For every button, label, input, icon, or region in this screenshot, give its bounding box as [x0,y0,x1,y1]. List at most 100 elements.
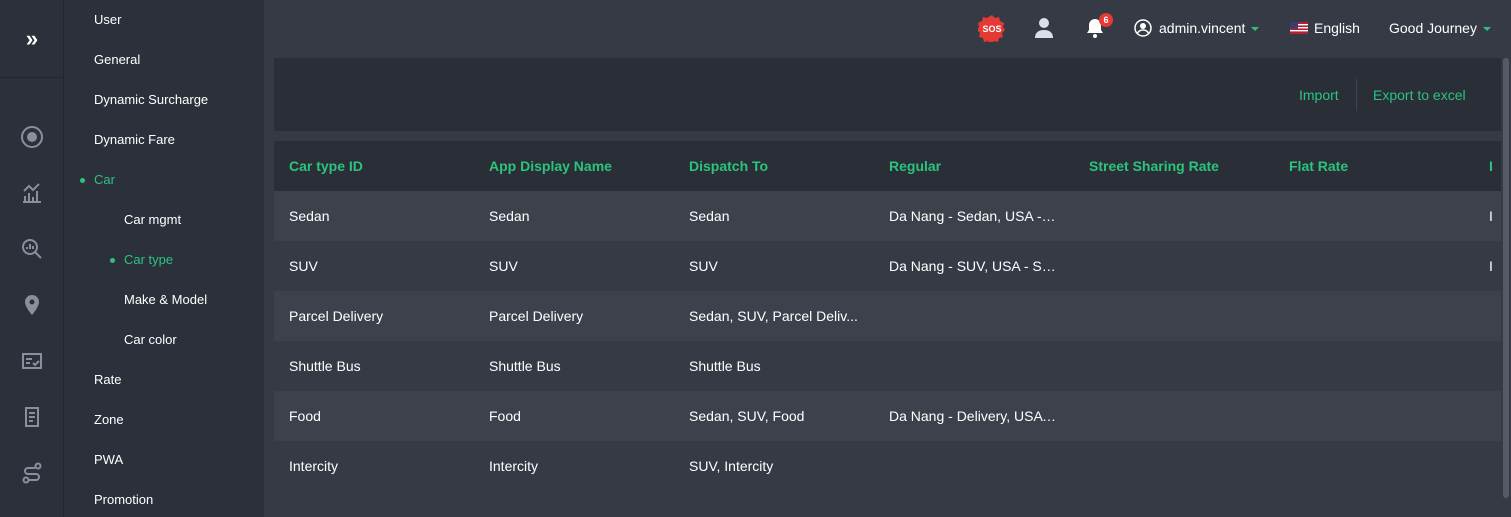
cell-street-sharing-rate [1089,341,1274,391]
cell-truncated: I [1489,208,1493,224]
cell-truncated [1489,291,1501,341]
sos-icon: SOS [978,15,1005,42]
cell-car-type-id[interactable]: Intercity [289,441,474,491]
column-header-truncated[interactable]: I [1489,141,1501,191]
car-type-table: Car type ID App Display Name Dispatch To… [274,141,1501,491]
us-flag-icon [1290,22,1308,34]
cell-regular: Da Nang - SUV, USA - SUV [889,258,1059,274]
cell-dispatch-to: Sedan, SUV, Parcel Deliv... [689,308,858,324]
cell-regular [889,341,1059,391]
menu-item-car-label: Car [94,172,115,187]
column-header-street-sharing-rate[interactable]: Street Sharing Rate [1089,141,1274,191]
cell-truncated [1489,441,1501,491]
table-row[interactable]: Parcel Delivery Parcel Delivery Sedan, S… [274,291,1501,341]
cell-street-sharing-rate [1089,441,1274,491]
cell-app-display-name: Sedan [489,208,530,224]
table-row[interactable]: Intercity Intercity SUV, Intercity [274,441,1501,491]
cell-truncated [1489,341,1501,391]
column-header-car-type-id[interactable]: Car type ID [289,141,474,191]
menu-item-user[interactable]: User [94,10,121,30]
cell-dispatch-to: Shuttle Bus [689,358,761,374]
cell-regular: Da Nang - Delivery, USA -... [889,408,1059,424]
chevron-down-icon [1482,27,1491,31]
cell-street-sharing-rate [1089,191,1274,241]
location-pin-icon[interactable] [0,277,64,333]
cell-regular [889,291,1059,341]
menu-item-pwa[interactable]: PWA [94,450,123,470]
menu-item-rate[interactable]: Rate [94,370,121,390]
table-row[interactable]: SUV SUV SUV Da Nang - SUV, USA - SUV I [274,241,1501,291]
user-name: admin.vincent [1159,20,1246,36]
double-chevron-right-icon: » [25,25,39,51]
driver-button[interactable] [1033,0,1055,56]
menu-item-zone[interactable]: Zone [94,410,124,430]
language-label: English [1314,20,1360,36]
cell-flat-rate [1289,341,1474,391]
column-header-regular[interactable]: Regular [889,141,1059,191]
route-icon[interactable] [0,445,64,501]
cell-regular: Da Nang - Sedan, USA - S... [889,208,1059,224]
table-row[interactable]: Sedan Sedan Sedan Da Nang - Sedan, USA -… [274,191,1501,241]
expand-sidebar-button[interactable]: » [0,0,64,78]
cell-car-type-id[interactable]: Parcel Delivery [289,291,474,341]
cell-flat-rate [1289,191,1474,241]
cell-car-type-id[interactable]: SUV [289,241,474,291]
menu-item-car-mgmt[interactable]: Car mgmt [124,210,181,230]
cell-regular [889,441,1059,491]
table-header: Car type ID App Display Name Dispatch To… [274,141,1501,191]
user-circle-icon [1134,19,1152,37]
cell-car-type-id[interactable]: Shuttle Bus [289,341,474,391]
analytics-icon[interactable] [0,165,64,221]
sos-button[interactable]: SOS [978,0,1006,56]
toolbar-divider [1356,79,1357,111]
menu-item-car-type-label: Car type [124,252,174,267]
user-menu[interactable]: admin.vincent [1134,0,1260,56]
icon-rail: » [0,0,64,517]
column-header-flat-rate[interactable]: Flat Rate [1289,141,1474,191]
cell-truncated: I [1489,258,1493,274]
export-to-excel-button[interactable]: Export to excel [1373,58,1466,131]
language-selector[interactable]: English [1290,0,1360,56]
column-header-dispatch-to[interactable]: Dispatch To [689,141,859,191]
import-button[interactable]: Import [1299,58,1339,131]
vertical-scrollbar[interactable] [1503,58,1509,498]
document-icon[interactable] [0,389,64,445]
menu-item-promotion[interactable]: Promotion [94,490,153,510]
cell-app-display-name: Intercity [489,458,539,474]
table-row[interactable]: Food Food Sedan, SUV, Food Da Nang - Del… [274,391,1501,441]
cell-dispatch-to: Sedan [689,208,730,224]
toolbar: Import Export to excel [274,58,1501,131]
cell-car-type-id[interactable]: Food [289,391,474,441]
menu-item-car-color[interactable]: Car color [124,330,177,350]
company-selector[interactable]: Good Journey [1389,0,1491,56]
cell-flat-rate [1289,241,1474,291]
menu-item-dynamic-surcharge[interactable]: Dynamic Surcharge [94,90,208,110]
add-circle-icon[interactable] [0,109,64,165]
cell-dispatch-to: SUV [689,258,718,274]
menu-item-dynamic-fare[interactable]: Dynamic Fare [94,130,175,150]
top-header: SOS 6 admin.vincent English Good Journey [264,0,1511,56]
cell-street-sharing-rate [1089,241,1274,291]
cell-flat-rate [1289,291,1474,341]
company-name: Good Journey [1389,20,1477,36]
cell-app-display-name: Parcel Delivery [489,308,584,324]
cell-car-type-id[interactable]: Sedan [289,191,474,241]
search-report-icon[interactable] [0,221,64,277]
cell-app-display-name: Food [489,408,521,424]
column-header-app-display-name[interactable]: App Display Name [489,141,674,191]
cell-flat-rate [1289,391,1474,441]
checklist-icon[interactable] [0,333,64,389]
menu-item-car-type[interactable]: Car type [110,250,174,270]
cell-truncated [1489,391,1501,441]
chevron-down-icon [1251,27,1260,31]
table-row[interactable]: Shuttle Bus Shuttle Bus Shuttle Bus [274,341,1501,391]
notifications-button[interactable]: 6 [1084,0,1113,56]
menu-item-car[interactable]: Car [80,170,115,190]
cell-dispatch-to: SUV, Intercity [689,458,774,474]
sos-label: SOS [982,24,1001,34]
menu-item-make-model[interactable]: Make & Model [124,290,207,310]
menu-item-general[interactable]: General [94,50,140,70]
cell-flat-rate [1289,441,1474,491]
sidebar-menu: User General Dynamic Surcharge Dynamic F… [64,0,264,517]
cell-street-sharing-rate [1089,291,1274,341]
